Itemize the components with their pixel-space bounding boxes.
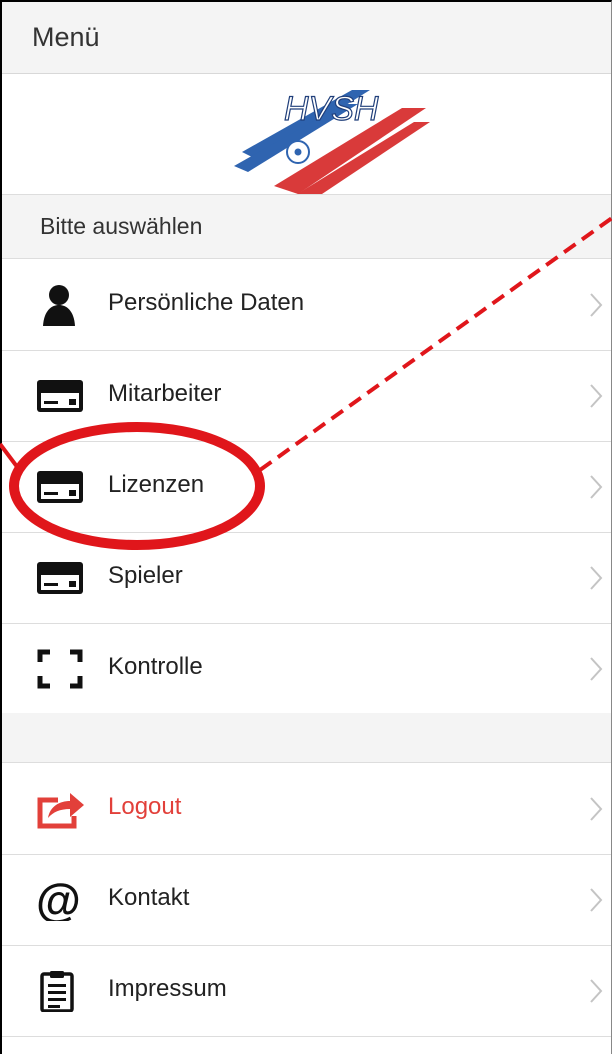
menu-item-persoenliche-daten[interactable]: Persönliche Daten: [2, 260, 611, 351]
person-icon: [43, 285, 75, 326]
menu-label: Lizenzen: [108, 471, 205, 498]
clipboard-icon: [40, 971, 74, 1012]
svg-text:@: @: [36, 879, 81, 921]
menu-spacer: [2, 713, 611, 763]
menu-label: Kontakt: [108, 884, 190, 911]
card-icon: [37, 380, 83, 412]
menu-item-lizenzen[interactable]: Lizenzen: [2, 442, 611, 533]
menu-label: Impressum: [108, 975, 227, 1002]
chevron-right-icon: [590, 797, 603, 821]
chevron-right-icon: [590, 979, 603, 1003]
menu-item-spieler[interactable]: Spieler: [2, 533, 611, 624]
section-label: Bitte auswählen: [40, 213, 203, 239]
logo-wordmark: HVSH: [284, 90, 379, 128]
menu-label: Persönliche Daten: [108, 289, 305, 316]
at-icon: @: [36, 879, 81, 921]
share-icon: [37, 793, 84, 829]
menu-item-logout[interactable]: Logout: [2, 764, 611, 855]
menu-label: Spieler: [108, 562, 183, 589]
menu-label: Logout: [108, 793, 182, 820]
scan-frame-icon: [37, 649, 83, 689]
chevron-right-icon: [590, 293, 603, 317]
menu-label: Mitarbeiter: [108, 380, 222, 407]
menu-item-mitarbeiter[interactable]: Mitarbeiter: [2, 351, 611, 442]
chevron-right-icon: [590, 384, 603, 408]
hvsh-logo: HVSH: [234, 89, 430, 202]
menu-item-kontrolle[interactable]: Kontrolle: [2, 624, 611, 715]
section-header: Bitte auswählen: [2, 195, 611, 259]
menu-item-kontakt[interactable]: @ Kontakt: [2, 855, 611, 946]
header-bar: Menü: [2, 2, 611, 74]
chevron-right-icon: [590, 475, 603, 499]
chevron-right-icon: [590, 566, 603, 590]
menu-item-impressum[interactable]: Impressum: [2, 946, 611, 1037]
chevron-right-icon: [590, 657, 603, 681]
app-frame: Menü HVSH Bitte auswählen Persönliche Da…: [0, 0, 612, 1054]
card-icon: [37, 471, 83, 503]
header-title: Menü: [32, 22, 100, 52]
chevron-right-icon: [590, 888, 603, 912]
menu-label: Kontrolle: [108, 653, 203, 680]
card-icon: [37, 562, 83, 594]
logo-area: HVSH: [2, 74, 611, 202]
